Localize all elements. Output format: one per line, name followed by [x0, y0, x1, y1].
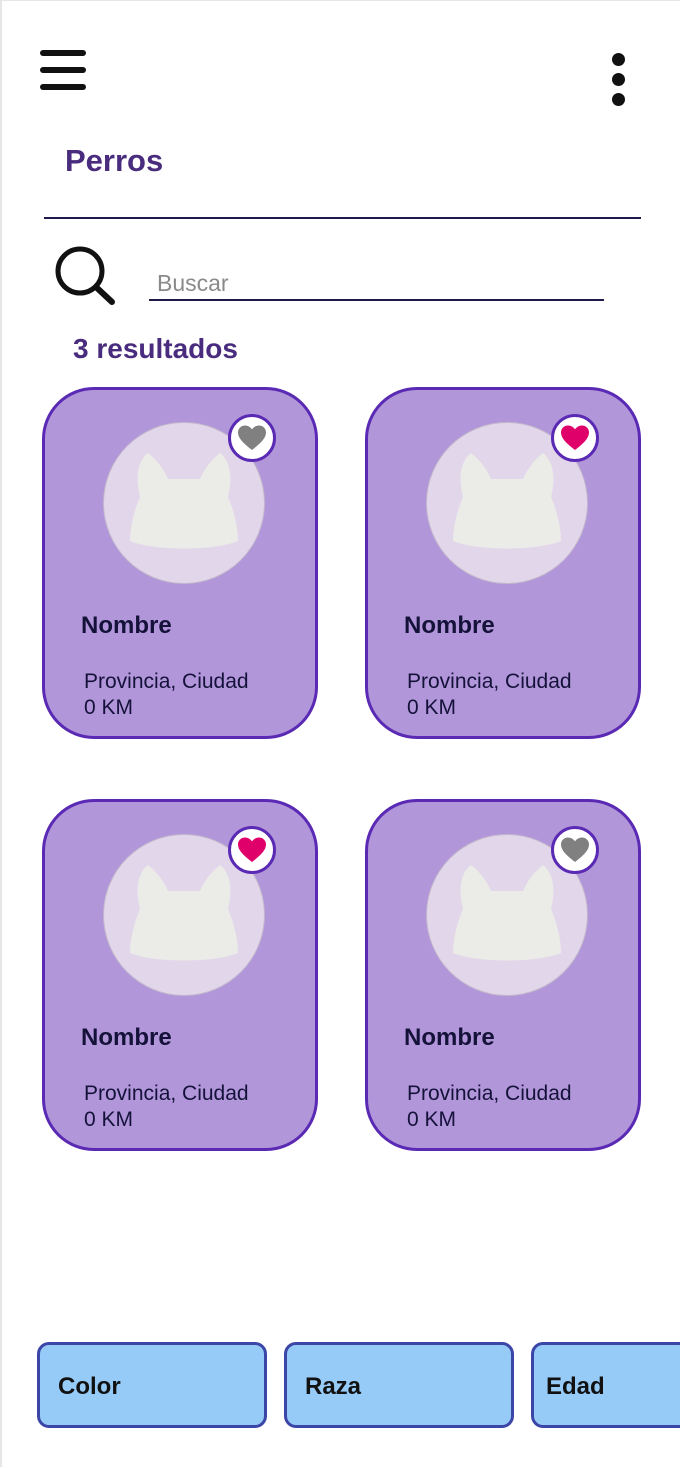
filter-label: Edad: [546, 1373, 605, 1400]
menu-button[interactable]: [40, 50, 86, 92]
pet-name: Nombre: [81, 612, 172, 639]
search-icon[interactable]: [54, 245, 116, 305]
hamburger-menu-icon: [40, 50, 86, 56]
favorite-button[interactable]: [228, 414, 276, 462]
more-vertical-icon: [612, 73, 625, 86]
pet-name: Nombre: [404, 1024, 495, 1051]
pet-card[interactable]: Nombre Provincia, Ciudad 0 KM: [42, 387, 318, 739]
favorite-button[interactable]: [551, 414, 599, 462]
filter-age-button[interactable]: Edad: [531, 1342, 680, 1428]
search-input[interactable]: [149, 267, 604, 301]
more-options-button[interactable]: [606, 53, 632, 109]
pet-card[interactable]: Nombre Provincia, Ciudad 0 KM: [42, 799, 318, 1151]
page-title: Perros: [65, 143, 164, 178]
pet-distance: 0 KM: [84, 696, 134, 719]
pet-location: Provincia, Ciudad: [407, 1082, 572, 1105]
more-vertical-icon: [612, 93, 625, 106]
heart-icon: [561, 837, 589, 862]
hamburger-menu-icon: [40, 84, 86, 90]
pet-distance: 0 KM: [407, 1108, 457, 1131]
hamburger-menu-icon: [40, 67, 86, 73]
pet-name: Nombre: [81, 1024, 172, 1051]
pet-distance: 0 KM: [407, 696, 457, 719]
pet-card[interactable]: Nombre Provincia, Ciudad 0 KM: [365, 387, 641, 739]
filter-label: Color: [58, 1373, 121, 1400]
pet-location: Provincia, Ciudad: [407, 670, 572, 693]
title-divider: [44, 217, 641, 219]
filter-breed-button[interactable]: Raza: [284, 1342, 514, 1428]
app-screen: Perros 3 resultados Nombre Provincia, Ci…: [0, 0, 680, 1467]
filter-color-button[interactable]: Color: [37, 1342, 267, 1428]
results-count: 3 resultados: [73, 333, 238, 364]
pet-location: Provincia, Ciudad: [84, 670, 249, 693]
favorite-button[interactable]: [228, 826, 276, 874]
heart-icon: [561, 425, 589, 450]
heart-icon: [238, 425, 266, 450]
pet-card[interactable]: Nombre Provincia, Ciudad 0 KM: [365, 799, 641, 1151]
pet-location: Provincia, Ciudad: [84, 1082, 249, 1105]
favorite-button[interactable]: [551, 826, 599, 874]
pet-distance: 0 KM: [84, 1108, 134, 1131]
heart-icon: [238, 837, 266, 862]
pet-name: Nombre: [404, 612, 495, 639]
more-vertical-icon: [612, 53, 625, 66]
filter-label: Raza: [305, 1373, 362, 1400]
